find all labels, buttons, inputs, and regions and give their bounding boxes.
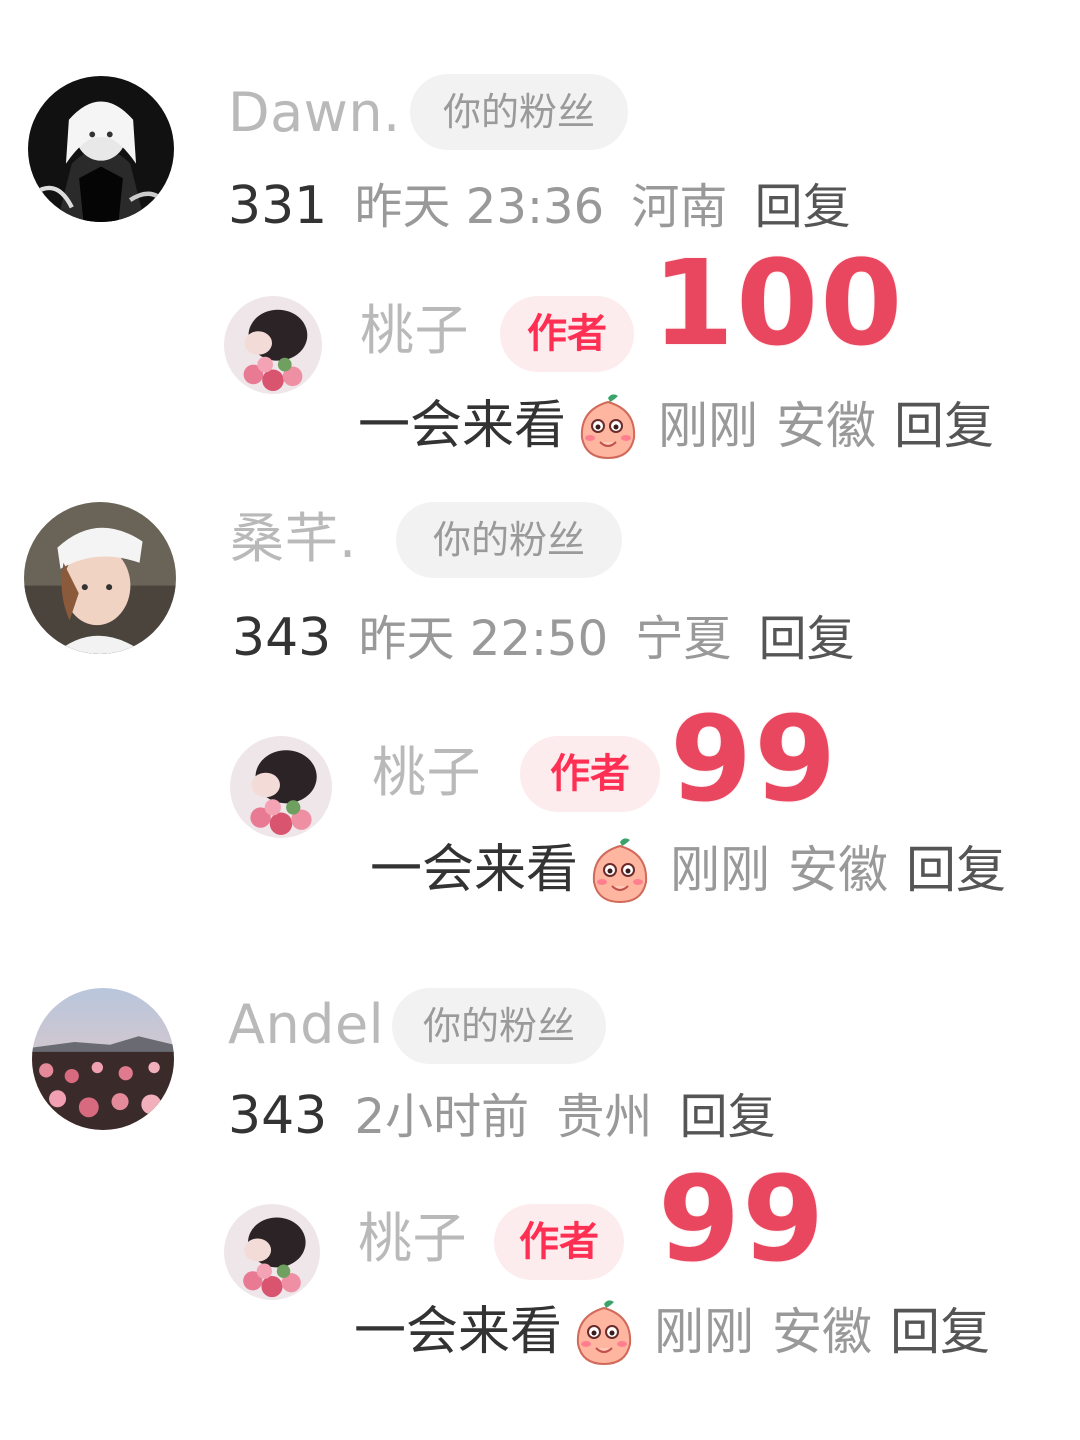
reply-button[interactable]: 回复	[755, 179, 851, 235]
reply-location: 安徽	[772, 1303, 873, 1361]
author-avatar[interactable]	[224, 1204, 320, 1300]
overlay-number: 99	[656, 1150, 827, 1288]
fan-badge: 你的粉丝	[410, 74, 628, 150]
author-avatar[interactable]	[230, 736, 332, 838]
author-reply-line: 一会来看 刚刚 安徽 回复	[370, 834, 1006, 906]
peach-face-emoji-icon	[568, 1296, 640, 1368]
comment-time: 昨天 22:50	[358, 611, 609, 667]
peach-face-emoji-icon	[584, 834, 656, 906]
comment-time: 昨天 23:36	[354, 179, 605, 235]
reply-location: 安徽	[776, 397, 877, 455]
reply-location: 安徽	[788, 841, 889, 899]
like-count: 331	[228, 176, 328, 236]
reply-time: 刚刚	[654, 1303, 755, 1361]
like-count: 343	[232, 608, 332, 668]
author-reply-line: 一会来看 刚刚 安徽 回复	[358, 390, 994, 462]
reply-button[interactable]: 回复	[890, 1307, 990, 1357]
author-name[interactable]: 桃子	[360, 304, 469, 358]
girl-flowers-avatar-icon	[230, 736, 332, 838]
comment-location: 宁夏	[635, 611, 732, 667]
reply-time: 刚刚	[670, 841, 771, 899]
girl-flowers-avatar-icon	[224, 1204, 320, 1300]
comment-location: 河南	[631, 179, 728, 235]
reply-time: 刚刚	[658, 397, 759, 455]
author-name[interactable]: 桃子	[372, 746, 481, 800]
comment-time: 2小时前	[354, 1089, 530, 1145]
comment-meta: 343 昨天 22:50 宁夏 回复	[232, 612, 855, 664]
reply-button[interactable]: 回复	[906, 845, 1006, 895]
user-name[interactable]: 桑芊.	[230, 512, 357, 566]
user-name[interactable]: Dawn.	[228, 86, 401, 140]
reply-content: 一会来看	[354, 1302, 563, 1362]
rose-field-avatar-icon	[32, 988, 174, 1130]
girl-cap-avatar-icon	[24, 502, 176, 654]
fan-badge: 你的粉丝	[392, 988, 606, 1064]
author-badge: 作者	[500, 296, 634, 372]
reply-content: 一会来看	[358, 396, 567, 456]
like-count: 343	[228, 1086, 328, 1146]
overlay-number: 99	[668, 690, 839, 828]
reply-button[interactable]: 回复	[680, 1089, 776, 1145]
author-badge: 作者	[520, 736, 660, 812]
user-avatar[interactable]	[32, 988, 174, 1130]
reply-button[interactable]: 回复	[759, 611, 855, 667]
author-name[interactable]: 桃子	[358, 1212, 467, 1266]
girl-flowers-avatar-icon	[224, 296, 322, 394]
user-avatar[interactable]	[24, 502, 176, 654]
reply-button[interactable]: 回复	[894, 401, 994, 451]
comment-meta: 343 2小时前 贵州 回复	[228, 1090, 776, 1142]
author-badge: 作者	[494, 1204, 624, 1280]
reply-content: 一会来看	[370, 840, 579, 900]
author-avatar[interactable]	[224, 296, 322, 394]
user-avatar[interactable]	[28, 76, 174, 222]
user-name[interactable]: Andel	[228, 998, 384, 1052]
comment-location: 贵州	[556, 1089, 653, 1145]
peach-face-emoji-icon	[572, 390, 644, 462]
anime-girl-avatar-icon	[28, 76, 174, 222]
fan-badge: 你的粉丝	[396, 502, 622, 578]
comment-meta: 331 昨天 23:36 河南 回复	[228, 180, 851, 232]
author-reply-line: 一会来看 刚刚 安徽 回复	[354, 1296, 990, 1368]
overlay-number: 100	[650, 234, 905, 372]
